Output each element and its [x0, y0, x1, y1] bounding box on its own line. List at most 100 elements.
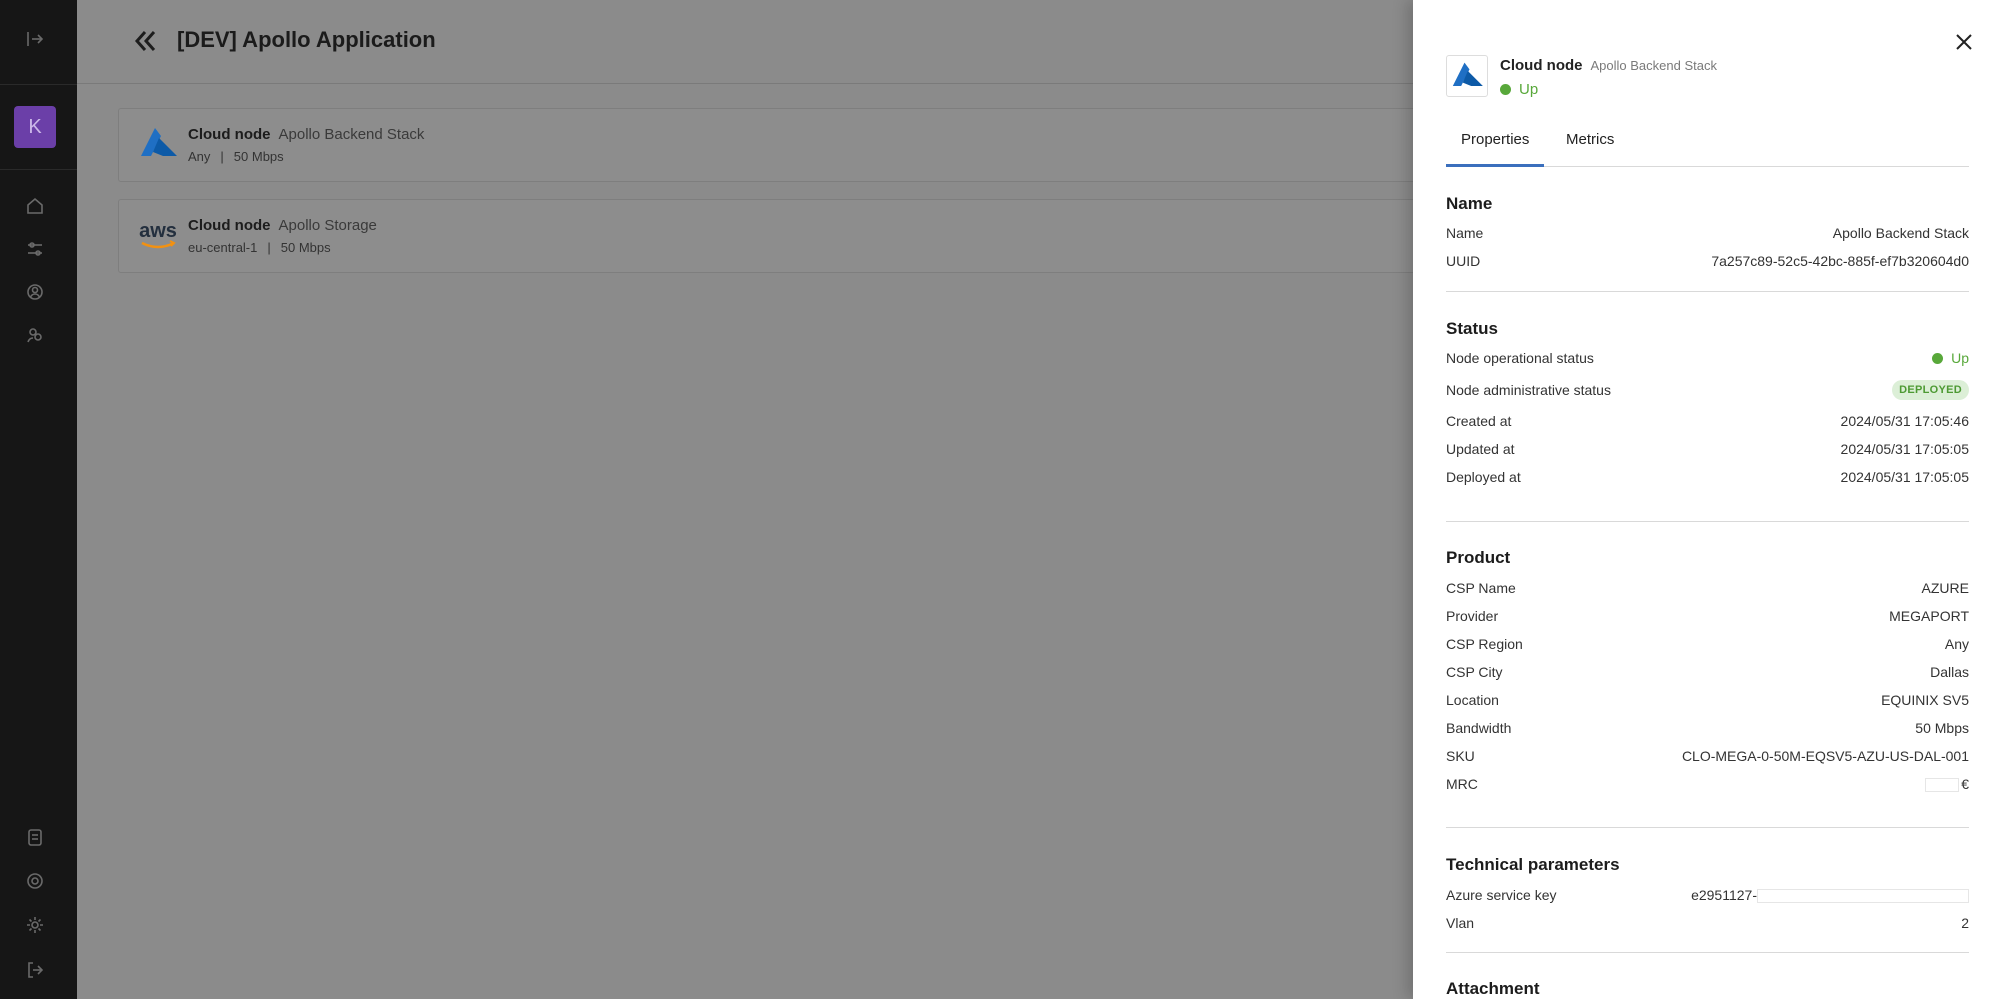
- azure-logo-icon: [1446, 55, 1488, 97]
- property-row: Node operational status Up: [1446, 350, 1969, 366]
- property-value: Dallas: [1930, 664, 1969, 680]
- property-row: Location EQUINIX SV5: [1446, 692, 1969, 708]
- property-label: Updated at: [1446, 441, 1515, 457]
- status-dot-icon: [1500, 84, 1511, 95]
- azure-service-key-value: e2951127-: [1691, 887, 1969, 904]
- property-row: Created at 2024/05/31 17:05:46: [1446, 413, 1969, 429]
- operational-status: Up: [1932, 350, 1969, 366]
- aws-logo-text: aws: [139, 220, 177, 242]
- section-divider: [1446, 827, 1969, 828]
- property-value: CLO-MEGA-0-50M-EQSV5-AZU-US-DAL-001: [1681, 748, 1969, 764]
- avatar[interactable]: K: [14, 106, 56, 148]
- node-bandwidth: 50 Mbps: [233, 149, 284, 164]
- tab-properties[interactable]: Properties: [1446, 131, 1545, 167]
- property-value: EQUINIX SV5: [1881, 692, 1969, 708]
- status-dot-icon: [1932, 352, 1944, 364]
- property-row: CSP City Dallas: [1446, 664, 1969, 680]
- property-label: Location: [1446, 692, 1499, 708]
- property-label: Deployed at: [1446, 469, 1521, 485]
- gear-icon[interactable]: [24, 914, 46, 936]
- page-title: [DEV] Apollo Application: [177, 27, 436, 52]
- node-name: Apollo Storage: [278, 217, 377, 234]
- property-value: AZURE: [1921, 580, 1969, 596]
- property-row: MRC €: [1446, 776, 1969, 793]
- rail-divider: [0, 84, 77, 85]
- property-value: 50 Mbps: [1915, 720, 1969, 736]
- redacted-field: [1757, 889, 1969, 904]
- user-circle-icon[interactable]: [24, 281, 46, 303]
- property-row: Provider MEGAPORT: [1446, 608, 1969, 624]
- section-title-product: Product: [1446, 548, 1511, 567]
- node-type-label: Cloud node: [188, 217, 271, 234]
- team-icon[interactable]: [24, 324, 46, 346]
- node-details-drawer: Cloud node Apollo Backend Stack Up Proper…: [1413, 0, 1999, 999]
- nav-rail: K: [0, 0, 77, 999]
- node-name: Apollo Backend Stack: [278, 126, 425, 143]
- rail-divider: [0, 169, 77, 170]
- mrc-value: €: [1925, 776, 1969, 793]
- property-row: Vlan 2: [1446, 915, 1969, 931]
- operational-status-text: Up: [1951, 350, 1969, 366]
- node-card-backend[interactable]: Cloud node Apollo Backend Stack Any | 50 Mb…: [118, 108, 1438, 182]
- aws-logo-icon: aws: [135, 214, 181, 256]
- property-label: CSP City: [1446, 664, 1503, 680]
- property-label: Vlan: [1446, 915, 1475, 931]
- azure-key-prefix: e2951127-: [1691, 887, 1757, 903]
- property-row: Updated at 2024/05/31 17:05:05: [1446, 441, 1969, 457]
- property-value: 2024/05/31 17:05:46: [1840, 413, 1969, 429]
- avatar-letter: K: [28, 115, 42, 138]
- property-row: UUID 7a257c89-52c5-42bc-885f-ef7b320604d…: [1446, 253, 1969, 269]
- section-title-technical: Technical parameters: [1446, 855, 1620, 874]
- back-chevron-icon[interactable]: [131, 26, 161, 56]
- drawer-node-name: Apollo Backend Stack: [1590, 58, 1717, 73]
- property-row: SKU CLO-MEGA-0-50M-EQSV5-AZU-US-DAL-001: [1446, 748, 1969, 764]
- property-row: Bandwidth 50 Mbps: [1446, 720, 1969, 736]
- property-value: 2024/05/31 17:05:05: [1840, 441, 1969, 457]
- property-label: MRC: [1446, 776, 1478, 793]
- logout-icon[interactable]: [24, 959, 46, 981]
- clipboard-icon[interactable]: [24, 826, 46, 848]
- expand-menu-icon[interactable]: [24, 28, 46, 50]
- help-icon[interactable]: [24, 870, 46, 892]
- section-title-attachment: Attachment: [1446, 979, 1540, 998]
- property-label: Node administrative status: [1446, 382, 1611, 398]
- node-region: eu-central-1: [188, 240, 258, 255]
- property-row: Name Apollo Backend Stack: [1446, 225, 1969, 241]
- home-icon[interactable]: [24, 195, 46, 217]
- node-card-storage[interactable]: aws Cloud node Apollo Storage eu-central-…: [118, 199, 1438, 273]
- main-content: [DEV] Apollo Application Cloud node Apoll…: [77, 0, 1438, 999]
- property-value: Any: [1944, 636, 1969, 652]
- property-row: Deployed at 2024/05/31 17:05:05: [1446, 469, 1969, 485]
- node-type-label: Cloud node: [188, 126, 271, 143]
- drawer-status: Up: [1500, 81, 1538, 98]
- section-title-name: Name: [1446, 194, 1493, 213]
- property-value: Apollo Backend Stack: [1832, 225, 1969, 241]
- property-value: 2: [1961, 915, 1969, 931]
- property-row: Node administrative status DEPLOYED: [1446, 380, 1969, 400]
- section-title-status: Status: [1446, 319, 1498, 338]
- close-icon[interactable]: [1952, 30, 1976, 54]
- azure-logo-icon: [135, 123, 181, 165]
- property-label: Name: [1446, 225, 1484, 241]
- tab-metrics[interactable]: Metrics: [1566, 131, 1614, 148]
- sliders-icon[interactable]: [24, 238, 46, 260]
- page-header: [DEV] Apollo Application: [77, 0, 1419, 84]
- property-value: MEGAPORT: [1889, 608, 1969, 624]
- property-label: CSP Region: [1446, 636, 1523, 652]
- node-bandwidth: 50 Mbps: [280, 240, 331, 255]
- section-divider: [1446, 291, 1969, 292]
- drawer-status-text: Up: [1519, 81, 1539, 98]
- property-value: 7a257c89-52c5-42bc-885f-ef7b320604d0: [1711, 253, 1969, 269]
- property-label: SKU: [1446, 748, 1475, 764]
- section-divider: [1446, 952, 1969, 953]
- property-label: CSP Name: [1446, 580, 1516, 596]
- redacted-field: [1925, 778, 1960, 793]
- property-label: UUID: [1446, 253, 1481, 269]
- drawer-type-label: Cloud node: [1500, 57, 1583, 74]
- status-badge: DEPLOYED: [1892, 380, 1969, 400]
- property-row: Azure service key e2951127-: [1446, 887, 1969, 904]
- property-row: CSP Name AZURE: [1446, 580, 1969, 596]
- section-divider: [1446, 521, 1969, 522]
- drawer-tabs: Properties Metrics: [1446, 118, 1969, 167]
- property-label: Bandwidth: [1446, 720, 1512, 736]
